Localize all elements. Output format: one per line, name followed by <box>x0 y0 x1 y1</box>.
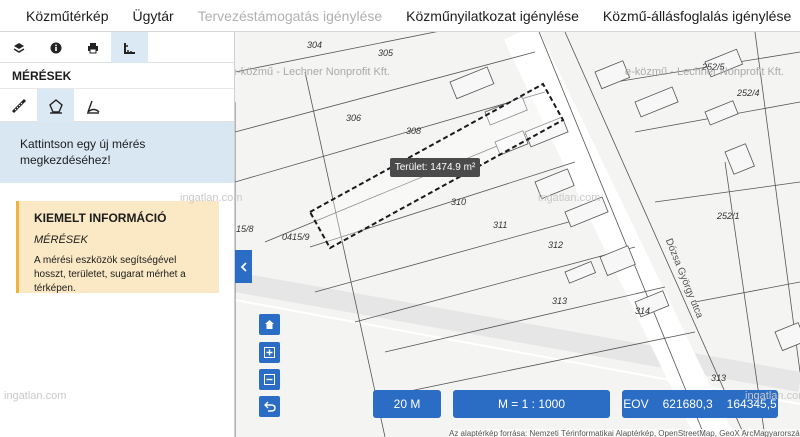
zoom-in-button[interactable] <box>259 342 280 363</box>
info-text: A mérési eszközök segítségével hosszt, t… <box>34 255 186 294</box>
top-navigation: Közműtérkép Ügytár Tervezéstámogatás igé… <box>0 0 800 32</box>
parcel-number: 311 <box>493 220 508 230</box>
measure-length-tab[interactable] <box>0 89 37 122</box>
nav-kozmu-allasfoglalas[interactable]: Közmű-állásfoglalás igénylése <box>591 8 800 24</box>
nav-ugytar[interactable]: Ügytár <box>120 8 185 24</box>
print-tab[interactable] <box>74 32 111 63</box>
watermark-ingatlan: ingatlan.com <box>745 390 800 402</box>
zoom-out-button[interactable] <box>259 369 280 390</box>
radius-icon <box>86 100 99 114</box>
info-title: KIEMELT INFORMÁCIÓ <box>34 211 167 225</box>
map-view[interactable]: 304 305 306 308 310 311 312 313 314 313 … <box>235 32 800 437</box>
watermark-lechner: e-közmű - Lechner Nonprofit Kft. <box>625 66 784 78</box>
measure-tab[interactable] <box>111 32 148 63</box>
map-attribution: Az alaptérkép forrása: Nemzeti Térinform… <box>449 429 800 437</box>
coordinate-system: EOV <box>623 397 649 411</box>
home-button[interactable] <box>259 314 280 335</box>
measure-area-tab[interactable] <box>37 89 74 122</box>
nav-kozmuterkep[interactable]: Közműtérkép <box>14 8 120 24</box>
ruler-icon <box>11 98 26 113</box>
watermark-ingatlan: ingatlan.com <box>180 192 243 204</box>
back-button[interactable] <box>259 396 280 417</box>
nav-kozmunyilatkozat[interactable]: Közműnyilatkozat igénylése <box>394 8 591 24</box>
parcel-number: 252/4 <box>737 88 760 98</box>
collapse-panel-button[interactable] <box>235 250 252 283</box>
scale-ratio[interactable]: M = 1 : 1000 <box>453 390 610 418</box>
parcel-number: 305 <box>378 48 394 58</box>
info-icon <box>50 42 61 53</box>
coordinate-x: 621680,3 <box>662 397 713 411</box>
parcel-number: 0415/9 <box>282 232 310 242</box>
measurement-hint: Kattintson egy új mérés megkezdéséhez! <box>0 122 234 183</box>
measure-radius-tab[interactable] <box>74 89 111 122</box>
plus-icon <box>264 347 275 358</box>
watermark-lechner: e-közmű - Lechner Nonprofit Kft. <box>235 66 390 78</box>
info-tab[interactable] <box>37 32 74 63</box>
chevron-left-icon <box>240 261 247 272</box>
parcel-number: 314 <box>635 306 651 316</box>
side-panel: MÉRÉSEK Kattintson egy új mérés megkezdé… <box>0 32 235 437</box>
polygon-area-icon <box>48 98 63 114</box>
parcel-number: 304 <box>307 40 323 50</box>
parcel-number: 308 <box>406 126 422 136</box>
info-subtitle: MÉRÉSEK <box>34 234 88 246</box>
parcel-number: 312 <box>548 240 564 250</box>
parcel-number: 306 <box>346 113 362 123</box>
nav-tervezestamogatas: Tervezéstámogatás igénylése <box>197 7 383 24</box>
parcel-number: 313 <box>552 296 568 306</box>
highlighted-info-card: KIEMELT INFORMÁCIÓ MÉRÉSEK A mérési eszk… <box>16 201 219 294</box>
layers-tab[interactable] <box>0 32 37 63</box>
watermark-ingatlan: ingatlan.com <box>4 390 67 402</box>
tool-tabs <box>0 32 234 63</box>
area-measurement-label: Terület: 1474.9 m² <box>390 158 480 177</box>
print-icon <box>87 42 98 53</box>
undo-icon <box>263 401 276 412</box>
measure-tool-tabs <box>0 89 234 122</box>
parcel-number: 252/1 <box>717 211 740 221</box>
parcel-number: 313 <box>711 373 727 383</box>
minus-icon <box>264 374 275 385</box>
parcel-number: 310 <box>451 197 467 207</box>
measure-tool-icon <box>123 42 135 54</box>
watermark-ingatlan: ingatlan.com <box>538 192 601 204</box>
layers-icon <box>13 42 24 53</box>
home-icon <box>265 320 274 329</box>
section-title: MÉRÉSEK <box>0 63 234 89</box>
scale-bar: 20 M <box>373 390 441 418</box>
parcel-number: 15/8 <box>236 224 254 234</box>
